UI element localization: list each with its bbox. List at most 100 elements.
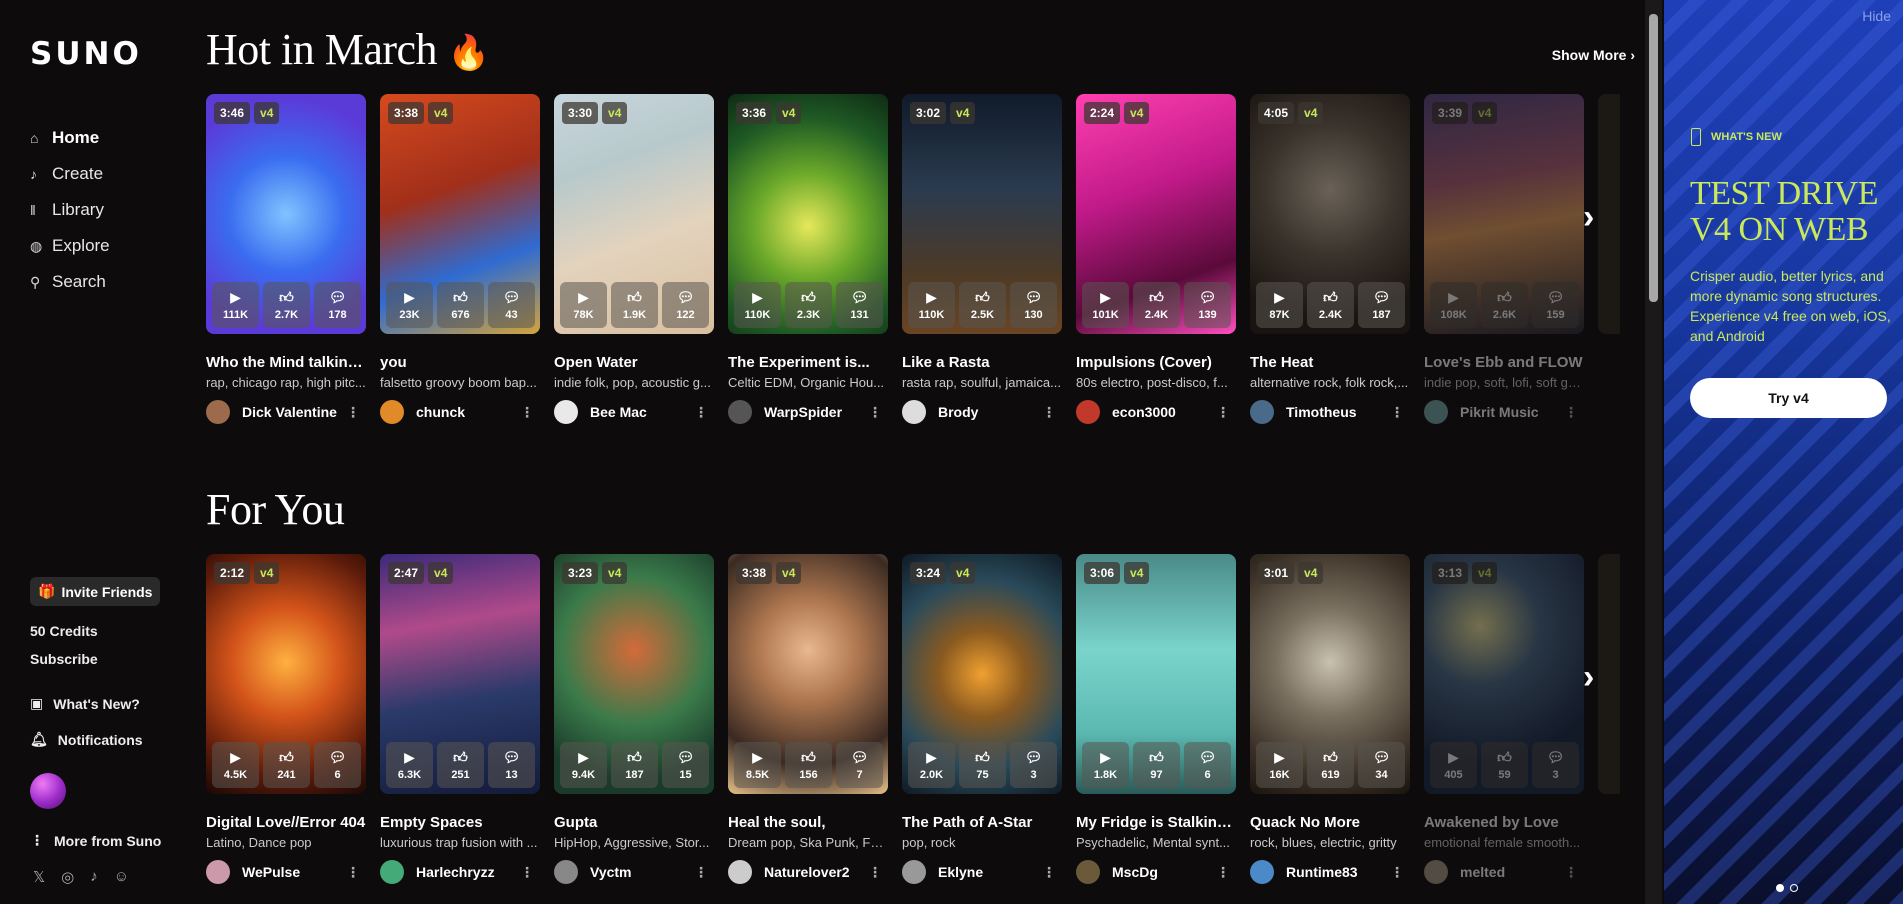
song-title[interactable]: Impulsions (Cover) <box>1076 354 1236 371</box>
song-cover[interactable]: 3:30 v4 ▶ 78K 👍︎ 1.9K 💬︎ 122 <box>554 94 714 334</box>
comment-button[interactable]: 💬︎ 122 <box>662 282 709 328</box>
song-author[interactable]: WePulse ⋮ <box>206 860 366 884</box>
play-button[interactable]: ▶ 16K <box>1256 742 1303 788</box>
more-options-icon[interactable]: ⋮ <box>520 864 534 881</box>
song-cover[interactable]: 3:38 v4 ▶ 8.5K 👍︎ 156 💬︎ 7 <box>728 554 888 794</box>
song-title[interactable]: Digital Love//Error 404 <box>206 814 366 831</box>
song-title[interactable]: The Heat <box>1250 354 1410 371</box>
song-author[interactable]: WarpSpider ⋮ <box>728 400 888 424</box>
more-options-icon[interactable]: ⋮ <box>520 404 534 421</box>
like-button[interactable]: 👍︎ 75 <box>959 742 1006 788</box>
author-name[interactable]: econ3000 <box>1112 404 1176 420</box>
more-options-icon[interactable]: ⋮ <box>1042 864 1056 881</box>
song-cover[interactable]: 3:01 v4 ▶ 16K 👍︎ 619 💬︎ 34 <box>1250 554 1410 794</box>
song-author[interactable]: Eklyne ⋮ <box>902 860 1062 884</box>
tiktok-icon[interactable]: ♪ <box>90 868 98 886</box>
play-button[interactable]: ▶ 78K <box>560 282 607 328</box>
author-avatar[interactable] <box>728 400 752 424</box>
song-title[interactable]: Love's Ebb and FLOW <box>1424 354 1584 371</box>
more-options-icon[interactable]: ⋮ <box>346 404 360 421</box>
comment-button[interactable]: 💬︎ 15 <box>662 742 709 788</box>
notifications-link[interactable]: 🔔︎ Notifications <box>30 731 143 748</box>
like-button[interactable]: 👍︎ 2.3K <box>785 282 832 328</box>
song-author[interactable]: melted ⋮ <box>1424 860 1584 884</box>
nav-item-explore[interactable]: ◍ Explore <box>30 228 110 264</box>
comment-button[interactable]: 💬︎ 131 <box>836 282 883 328</box>
more-options-icon[interactable]: ⋮ <box>1042 404 1056 421</box>
author-name[interactable]: Runtime83 <box>1286 864 1358 880</box>
comment-button[interactable]: 💬︎ 159 <box>1532 282 1579 328</box>
author-name[interactable]: WarpSpider <box>764 404 842 420</box>
play-button[interactable]: ▶ 23K <box>386 282 433 328</box>
author-name[interactable]: Dick Valentine <box>242 404 337 420</box>
hide-promo-button[interactable]: Hide <box>1862 8 1891 24</box>
song-card[interactable]: 3:46 v4 ▶ 111K 👍︎ 2.7K 💬︎ 178 Who the Mind talki… <box>206 94 366 424</box>
next-arrow-hot[interactable]: › <box>1583 198 1594 237</box>
song-card[interactable]: 3:36 v4 ▶ 110K 👍︎ 2.3K 💬︎ 131 The Experiment is.… <box>728 94 888 424</box>
author-avatar[interactable] <box>728 860 752 884</box>
comment-button[interactable]: 💬︎ 3 <box>1532 742 1579 788</box>
author-avatar[interactable] <box>554 400 578 424</box>
next-arrow-foryou[interactable]: › <box>1583 658 1594 697</box>
song-cover[interactable]: 3:36 v4 ▶ 110K 👍︎ 2.3K 💬︎ 131 <box>728 94 888 334</box>
author-name[interactable]: chunck <box>416 404 465 420</box>
play-button[interactable]: ▶ 4.5K <box>212 742 259 788</box>
author-name[interactable]: Naturelover2 <box>764 864 850 880</box>
song-author[interactable]: Dick Valentine ⋮ <box>206 400 366 424</box>
song-title[interactable]: Like a Rasta <box>902 354 1062 371</box>
more-options-icon[interactable]: ⋮ <box>1564 864 1578 881</box>
like-button[interactable]: 👍︎ 2.4K <box>1307 282 1354 328</box>
play-button[interactable]: ▶ 110K <box>734 282 781 328</box>
author-name[interactable]: Bee Mac <box>590 404 647 420</box>
more-options-icon[interactable]: ⋮ <box>868 404 882 421</box>
author-avatar[interactable] <box>1250 400 1274 424</box>
song-card[interactable]: 3:06 v4 ▶ 1.8K 👍︎ 97 💬︎ 6 My Fridge is Stalking.… <box>1076 554 1236 884</box>
song-cover[interactable]: 3:02 v4 ▶ 110K 👍︎ 2.5K 💬︎ 130 <box>902 94 1062 334</box>
song-card-peek[interactable] <box>1598 554 1620 884</box>
more-options-icon[interactable]: ⋮ <box>868 864 882 881</box>
more-options-icon[interactable]: ⋮ <box>1216 864 1230 881</box>
song-cover[interactable]: 4:05 v4 ▶ 87K 👍︎ 2.4K 💬︎ 187 <box>1250 94 1410 334</box>
song-card[interactable]: 3:38 v4 ▶ 23K 👍︎ 676 💬︎ 43 you falsetto groovy bo… <box>380 94 540 424</box>
comment-button[interactable]: 💬︎ 6 <box>1184 742 1231 788</box>
author-name[interactable]: Harlechryzz <box>416 864 495 880</box>
play-button[interactable]: ▶ 8.5K <box>734 742 781 788</box>
play-button[interactable]: ▶ 405 <box>1430 742 1477 788</box>
more-options-icon[interactable]: ⋮ <box>1390 404 1404 421</box>
subscribe-link[interactable]: Subscribe <box>30 651 98 667</box>
song-author[interactable]: econ3000 ⋮ <box>1076 400 1236 424</box>
more-options-icon[interactable]: ⋮ <box>1564 404 1578 421</box>
x-twitter-icon[interactable]: 𝕏 <box>33 868 45 886</box>
like-button[interactable]: 👍︎ 2.4K <box>1133 282 1180 328</box>
author-name[interactable]: MscDg <box>1112 864 1158 880</box>
play-button[interactable]: ▶ 87K <box>1256 282 1303 328</box>
author-avatar[interactable] <box>902 400 926 424</box>
more-options-icon[interactable]: ⋮ <box>694 864 708 881</box>
play-button[interactable]: ▶ 6.3K <box>386 742 433 788</box>
more-options-icon[interactable]: ⋮ <box>1216 404 1230 421</box>
song-title[interactable]: Heal the soul, <box>728 814 888 831</box>
song-card[interactable]: 3:13 v4 ▶ 405 👍︎ 59 💬︎ 3 Awakened by Love emotion… <box>1424 554 1584 884</box>
like-button[interactable]: 👍︎ 251 <box>437 742 484 788</box>
nav-item-create[interactable]: ♪ Create <box>30 156 110 192</box>
play-button[interactable]: ▶ 111K <box>212 282 259 328</box>
play-button[interactable]: ▶ 108K <box>1430 282 1477 328</box>
author-name[interactable]: Vyctm <box>590 864 632 880</box>
show-more-button[interactable]: Show More › <box>1552 47 1635 63</box>
song-author[interactable]: Brody ⋮ <box>902 400 1062 424</box>
carousel-dot-2[interactable] <box>1790 884 1798 892</box>
song-card[interactable]: 4:05 v4 ▶ 87K 👍︎ 2.4K 💬︎ 187 The Heat alternative… <box>1250 94 1410 424</box>
like-button[interactable]: 👍︎ 156 <box>785 742 832 788</box>
song-card[interactable]: 3:30 v4 ▶ 78K 👍︎ 1.9K 💬︎ 122 Open Water indie fol… <box>554 94 714 424</box>
author-avatar[interactable] <box>902 860 926 884</box>
author-avatar[interactable] <box>554 860 578 884</box>
suno-logo[interactable]: SUNO <box>30 36 142 72</box>
song-cover[interactable]: 3:06 v4 ▶ 1.8K 👍︎ 97 💬︎ 6 <box>1076 554 1236 794</box>
song-title[interactable]: Empty Spaces <box>380 814 540 831</box>
author-name[interactable]: Pikrit Music <box>1460 404 1539 420</box>
song-cover[interactable]: 3:46 v4 ▶ 111K 👍︎ 2.7K 💬︎ 178 <box>206 94 366 334</box>
comment-button[interactable]: 💬︎ 7 <box>836 742 883 788</box>
author-avatar[interactable] <box>1424 400 1448 424</box>
song-card-peek[interactable] <box>1598 94 1620 424</box>
like-button[interactable]: 👍︎ 97 <box>1133 742 1180 788</box>
